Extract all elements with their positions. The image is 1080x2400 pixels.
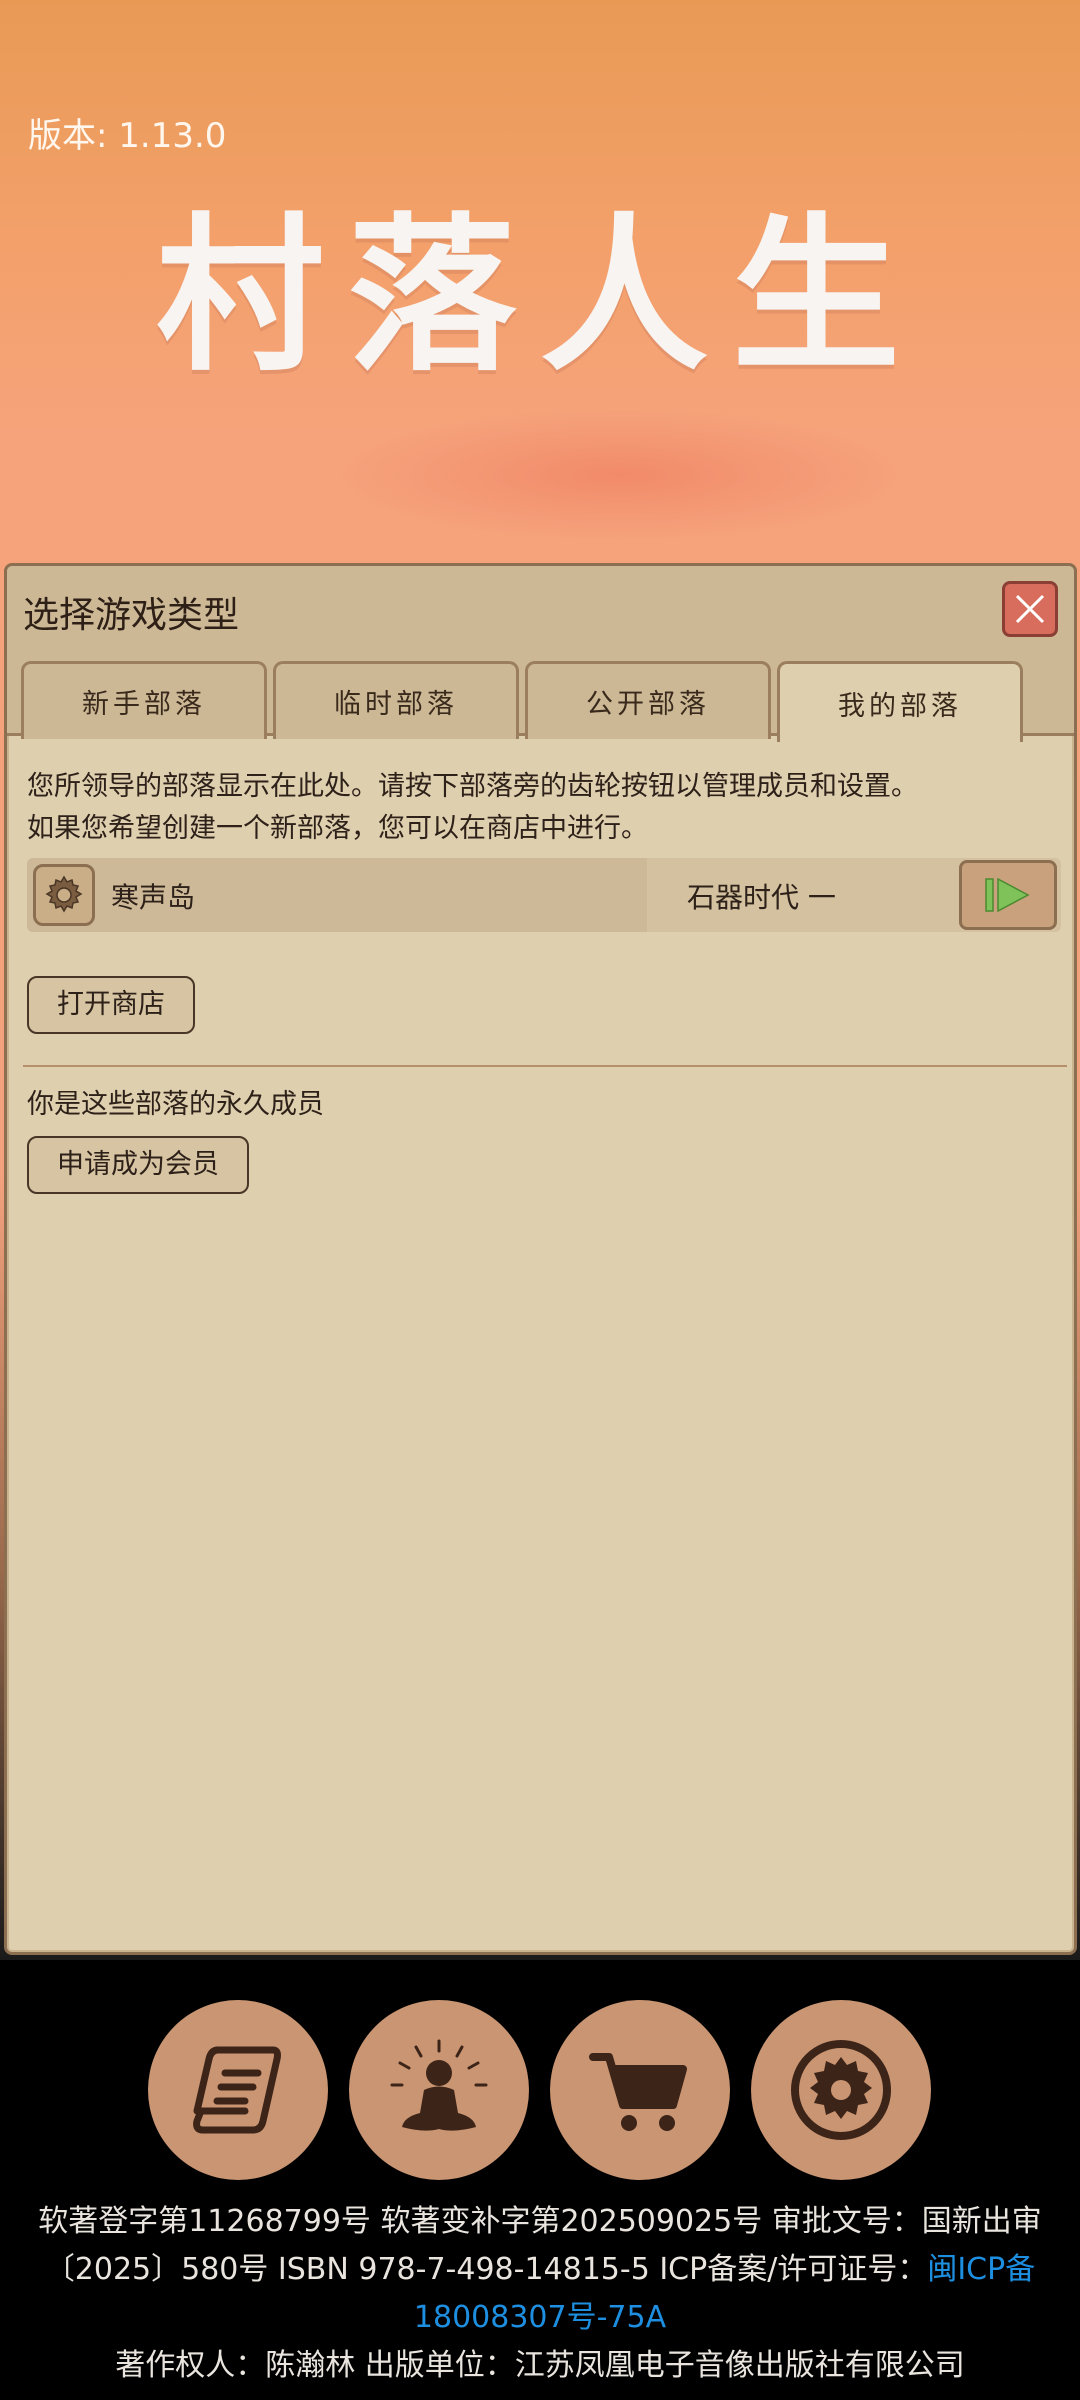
gear-icon xyxy=(45,875,83,913)
tab-bar: 新手部落 临时部落 公开部落 我的部落 xyxy=(21,661,1023,742)
dialog-title: 选择游戏类型 xyxy=(23,595,240,636)
footer-line-4: 著作权人：陈瀚林 出版单位：江苏凤凰电子音像出版社有限公司 xyxy=(115,2348,965,2383)
nav-shop-button[interactable] xyxy=(550,2000,730,2180)
game-title-logo: 村落人生 xyxy=(156,196,924,394)
icp-link-number[interactable]: 18008307号-75A xyxy=(414,2300,666,2335)
tab-my-tribe[interactable]: 我的部落 xyxy=(777,661,1023,742)
meditation-icon xyxy=(390,2039,488,2131)
member-text: 你是这些部落的永久成员 xyxy=(27,1089,324,1120)
nav-settings-button[interactable] xyxy=(751,2000,931,2180)
info-line-1: 您所领导的部落显示在此处。请按下部落旁的齿轮按钮以管理成员和设置。 xyxy=(27,771,918,802)
footer-license: 软著登字第11268799号 软著变补字第202509025号 审批文号：国新出… xyxy=(0,2198,1080,2390)
tab-newbie-tribe[interactable]: 新手部落 xyxy=(21,661,267,739)
tribe-era: 石器时代 一 xyxy=(687,881,836,914)
info-text: 您所领导的部落显示在此处。请按下部落旁的齿轮按钮以管理成员和设置。 如果您希望创… xyxy=(27,766,1057,850)
enter-tribe-button[interactable] xyxy=(959,860,1057,930)
tab-temporary-tribe[interactable]: 临时部落 xyxy=(273,661,519,739)
footer-line-2: 〔2025〕580号 ISBN 978-7-498-14815-5 ICP备案/… xyxy=(0,2246,1080,2294)
tribe-row: 寒声岛 石器时代 一 xyxy=(27,858,1061,932)
version-label: 版本: 1.13.0 xyxy=(28,116,227,156)
play-icon xyxy=(985,877,1030,913)
close-icon xyxy=(1015,594,1045,624)
scroll-icon xyxy=(193,2046,281,2134)
icp-link[interactable]: 闽ICP备 xyxy=(927,2252,1035,2287)
close-button[interactable] xyxy=(1002,581,1058,637)
bottom-nav xyxy=(0,2000,1080,2182)
cloud-glow xyxy=(340,410,900,540)
dialog-header: 选择游戏类型 新手部落 临时部落 公开部落 我的部落 xyxy=(7,566,1074,742)
divider xyxy=(23,1065,1067,1067)
settings-gear-icon xyxy=(791,2040,891,2140)
footer-line-2-text: 〔2025〕580号 ISBN 978-7-498-14815-5 ICP备案/… xyxy=(44,2252,928,2287)
open-shop-button[interactable]: 打开商店 xyxy=(27,976,195,1034)
tribe-settings-button[interactable] xyxy=(33,864,95,926)
shopping-cart-icon xyxy=(589,2053,687,2131)
tribe-name: 寒声岛 xyxy=(111,881,196,914)
tab-public-tribe[interactable]: 公开部落 xyxy=(525,661,771,739)
info-line-2: 如果您希望创建一个新部落，您可以在商店中进行。 xyxy=(27,813,648,844)
apply-member-button[interactable]: 申请成为会员 xyxy=(27,1136,249,1194)
footer-line-1: 软著登字第11268799号 软著变补字第202509025号 审批文号：国新出… xyxy=(38,2204,1042,2239)
nav-meditation-button[interactable] xyxy=(349,2000,529,2180)
nav-scroll-button[interactable] xyxy=(148,2000,328,2180)
game-type-dialog: 选择游戏类型 新手部落 临时部落 公开部落 我的部落 您所领导的部落显示在此处。… xyxy=(4,563,1077,1955)
